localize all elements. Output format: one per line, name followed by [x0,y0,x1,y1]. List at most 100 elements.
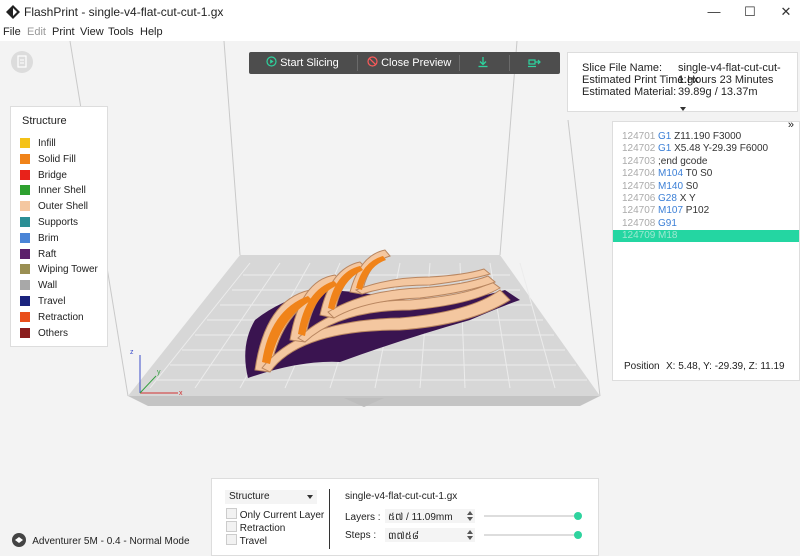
axis-z-label: z [130,349,134,356]
gcode-panel[interactable]: » 124701 G1 Z11.190 F3000 124702 G1 X5.48 Y… [612,119,800,381]
gcode-line[interactable]: 124703 ;end gcode [613,156,799,168]
gcode-line-number: 124701 [622,131,656,142]
gcode-line[interactable]: 124704 M104 T0 S0 [613,168,799,180]
checkbox-box[interactable] [226,534,237,545]
legend-swatch [20,153,30,164]
legend-label: Inner Shell [38,185,86,197]
menu-bar: File Edit Print View Tools Help [0,24,800,41]
gcode-command-code: M104 [658,168,684,180]
start-slicing-button[interactable]: Start Slicing [266,52,339,74]
toolbar-divider [459,55,460,71]
steps-spinbox[interactable]: ៣៧៥៨ [385,528,475,542]
layers-slider-thumb[interactable] [574,512,582,520]
retraction-checkbox[interactable]: Retraction [226,521,285,534]
chevron-down-icon [307,495,313,499]
gcode-command-code: G28 [658,193,677,204]
window-title: FlashPrint - single-v4-flat-cut-cut-1.gx [24,5,224,19]
legend-label: Travel [38,296,66,307]
spin-arrows-icon[interactable] [467,530,473,540]
legend-label: Raft [38,248,57,260]
steps-label: Steps : [345,530,377,541]
gcode-line-number: 124708 [622,217,656,229]
checkbox-box[interactable] [226,521,237,532]
position-value: X: 5.48, Y: -29.39, Z: 11.19 [666,361,785,372]
panel-divider [329,489,330,549]
legend-swatch [20,217,30,227]
gcode-line-number: 124704 [622,168,656,180]
legend-swatch [20,232,30,243]
view-mode-value: Structure [229,491,270,502]
gcode-command-code: G1 [658,143,672,155]
layers-spinbox[interactable]: ៥៧ / 11.09mm [385,509,475,523]
gcode-line[interactable]: 124706 G28 X Y [613,193,799,205]
menu-view[interactable]: View [80,26,104,38]
layers-label: Layers : [345,512,381,523]
print-time-label: Estimated Print Time: [582,74,687,86]
retraction-label: Retraction [239,523,286,534]
view-options-button[interactable] [11,51,33,73]
menu-file[interactable]: File [3,26,21,38]
gcode-line-number: 124707 [622,205,656,217]
print-time-value: 1 Hours 23 Minutes [678,74,774,86]
legend-swatch [20,311,30,322]
gcode-line[interactable]: 124708 G91 [613,218,799,230]
gcode-line-number: 124703 [622,155,656,167]
gcode-line[interactable]: 124707 M107 P102 [613,205,799,217]
legend-label: Infill [38,138,56,149]
collapse-panel-button[interactable]: » [788,119,794,131]
legend-label: Wiping Tower [38,264,98,276]
export-button[interactable] [477,52,489,74]
printer-send-icon [528,59,541,68]
close-preview-label: Close Preview [381,57,452,69]
only-current-layer-label: Only Current Layer [239,510,325,521]
steps-slider-thumb[interactable] [574,531,582,539]
gcode-line[interactable]: 124701 G1 Z11.190 F3000 [613,131,799,143]
menu-print[interactable]: Print [52,26,75,38]
slice-info-panel: Slice File Name: single-v4-flat-cut-cut-… [567,52,798,112]
gcode-command-args: Z11.190 F3000 [674,131,742,142]
gcode-command-code: G1 [658,131,672,142]
steps-slider[interactable] [484,531,582,539]
machine-label: Adventurer 5M - 0.4 - Normal Mode [32,536,190,547]
gcode-line[interactable]: 124705 M140 S0 [613,181,799,193]
gcode-command: G1 X5.48 Y-29.39 F6000 [658,143,768,155]
menu-help[interactable]: Help [140,26,163,38]
collapse-arrow-icon[interactable] [680,107,686,111]
gcode-command: M18 [658,230,677,242]
flashprint-logo-icon [6,5,20,19]
gcode-line-number: 124706 [622,193,656,204]
toolbar-divider [357,55,358,71]
gcode-command: M104 T0 S0 [658,168,712,180]
travel-checkbox[interactable]: Travel [226,534,267,547]
legend-label: Bridge [38,169,67,181]
legend-swatch [20,248,30,259]
only-current-layer-checkbox[interactable]: Only Current Layer [226,508,324,521]
gcode-command: M107 P102 [658,205,709,217]
gcode-command-args: X5.48 Y-29.39 F6000 [674,143,769,155]
print-button[interactable] [527,52,541,74]
material-label: Estimated Material: [582,86,677,98]
legend-swatch [20,280,30,291]
material-value: 39.89g / 13.37m [678,86,758,98]
play-circle-icon [266,56,277,67]
gcode-line[interactable]: 124702 G1 X5.48 Y-29.39 F6000 [613,143,799,155]
axis-x-label: x [179,390,183,397]
close-preview-button[interactable]: Close Preview [367,52,451,74]
menu-tools[interactable]: Tools [108,26,134,38]
legend-swatch [20,201,30,212]
checkbox-box[interactable] [226,508,237,519]
machine-status[interactable]: Adventurer 5M - 0.4 - Normal Mode [10,532,190,548]
spin-arrows-icon[interactable] [467,511,473,521]
gcode-line-number: 124702 [622,143,656,155]
layer-control-panel: Structure Only Current Layer Retraction … [211,478,599,556]
layers-slider[interactable] [484,512,582,520]
view-mode-select[interactable]: Structure [224,489,318,505]
gcode-line[interactable]: 124709 M18 [613,230,799,243]
legend-label: Wall [38,280,58,292]
gcode-command-args: S0 [685,180,699,192]
menu-edit[interactable]: Edit [27,26,46,38]
axis-y-label: y [157,369,161,376]
gcode-command: M140 S0 [658,181,698,193]
travel-label: Travel [239,536,268,547]
close-window-button[interactable]: ✕ [764,0,800,24]
